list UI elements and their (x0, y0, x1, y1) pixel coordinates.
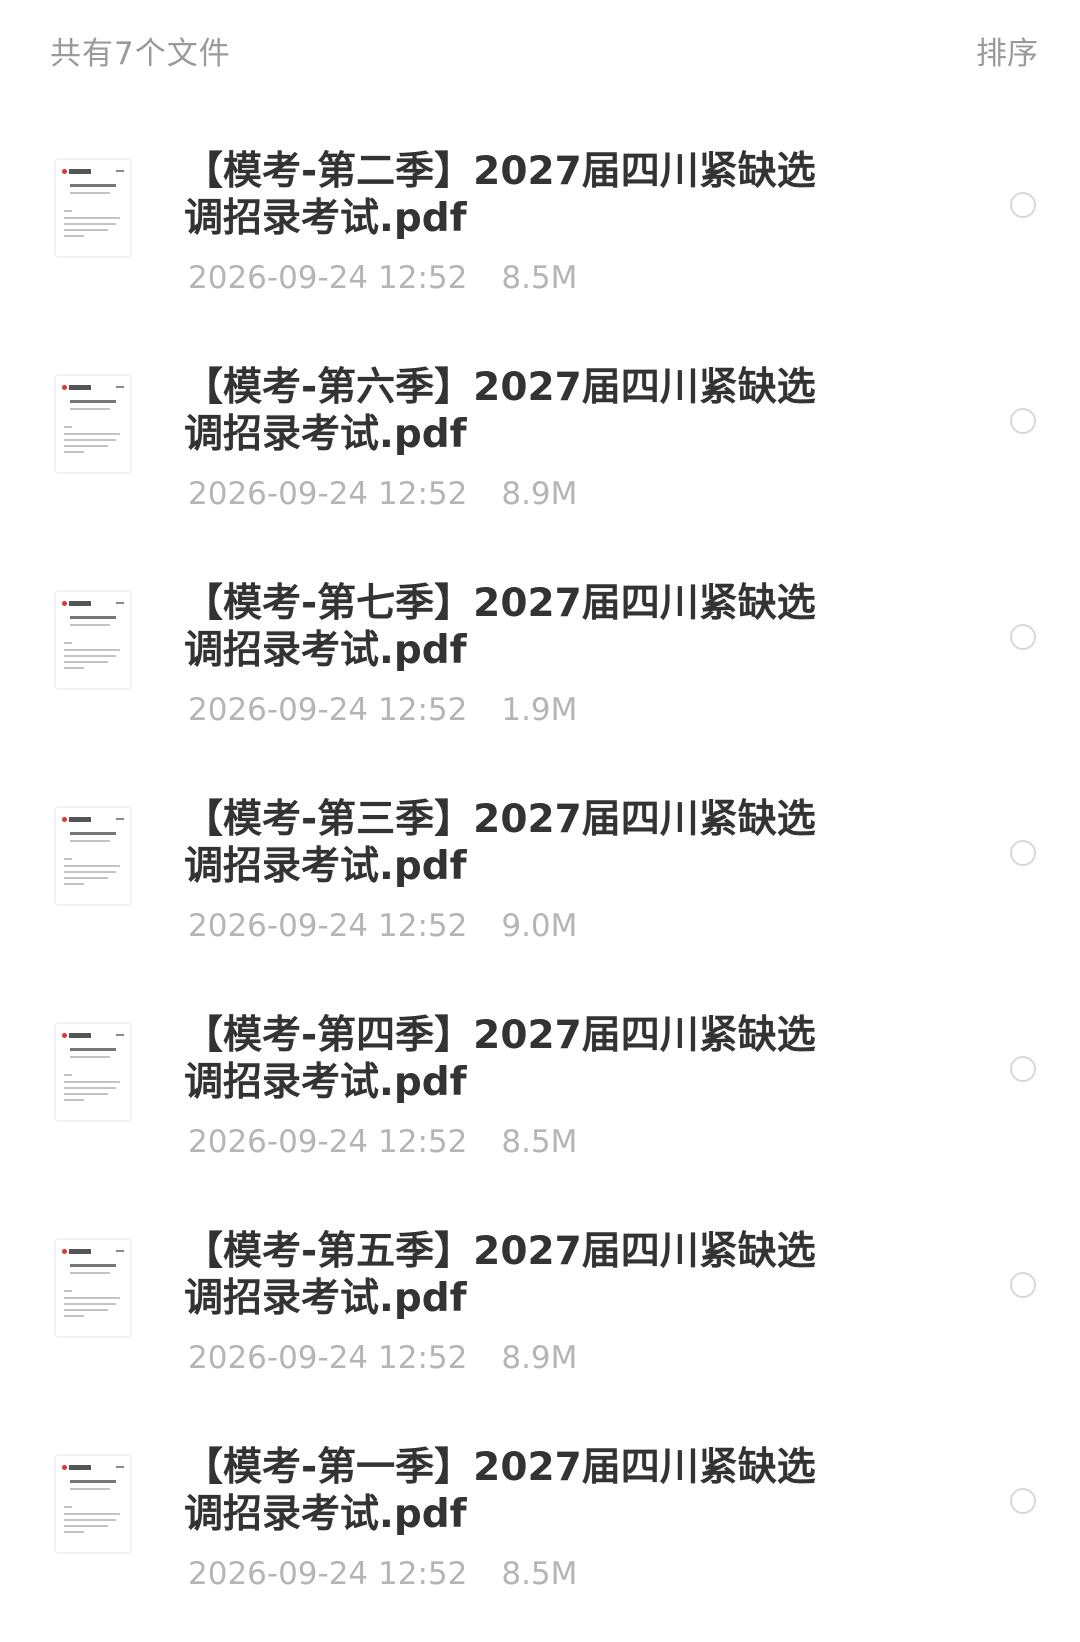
file-list-item[interactable]: 【模考-第七季】2027届四川紧缺选调招录考试.pdf 2026-09-24 12… (0, 562, 1080, 778)
pdf-thumbnail-icon (56, 1024, 130, 1120)
file-date: 2026-09-24 12:52 (188, 1556, 468, 1592)
pdf-thumbnail-icon (56, 1456, 130, 1552)
file-meta: 2026-09-24 12:52 8.9M (188, 476, 577, 512)
file-date: 2026-09-24 12:52 (188, 260, 468, 296)
select-radio-button[interactable] (1010, 624, 1036, 650)
file-name: 【模考-第七季】2027届四川紧缺选调招录考试.pdf (184, 581, 816, 673)
pdf-thumbnail-icon (56, 808, 130, 904)
sort-button[interactable]: 排序 (976, 28, 1038, 73)
file-size: 8.9M (501, 1340, 578, 1376)
file-list-header: 共有7个文件 排序 (0, 0, 1080, 100)
select-radio-button[interactable] (1010, 1272, 1036, 1298)
file-meta: 2026-09-24 12:52 9.0M (188, 908, 577, 944)
select-radio-button[interactable] (1010, 840, 1036, 866)
file-meta: 2026-09-24 12:52 8.5M (188, 260, 577, 296)
select-radio-button[interactable] (1010, 1488, 1036, 1514)
file-list-item[interactable]: 【模考-第六季】2027届四川紧缺选调招录考试.pdf 2026-09-24 12… (0, 346, 1080, 562)
file-size: 8.5M (501, 260, 578, 296)
file-name: 【模考-第六季】2027届四川紧缺选调招录考试.pdf (184, 365, 816, 457)
select-radio-button[interactable] (1010, 408, 1036, 434)
file-name: 【模考-第三季】2027届四川紧缺选调招录考试.pdf (184, 797, 816, 889)
file-name: 【模考-第二季】2027届四川紧缺选调招录考试.pdf (184, 149, 816, 241)
pdf-thumbnail-icon (56, 592, 130, 688)
file-size: 8.5M (501, 1556, 578, 1592)
file-meta: 2026-09-24 12:52 8.5M (188, 1556, 577, 1592)
file-list: 【模考-第二季】2027届四川紧缺选调招录考试.pdf 2026-09-24 12… (0, 130, 1080, 1642)
file-size: 8.5M (501, 1124, 578, 1160)
file-size: 8.9M (501, 476, 578, 512)
select-radio-button[interactable] (1010, 1056, 1036, 1082)
file-meta: 2026-09-24 12:52 8.5M (188, 1124, 577, 1160)
file-count-label: 共有7个文件 (50, 36, 231, 72)
file-date: 2026-09-24 12:52 (188, 692, 468, 728)
file-date: 2026-09-24 12:52 (188, 1124, 468, 1160)
file-list-item[interactable]: 【模考-第五季】2027届四川紧缺选调招录考试.pdf 2026-09-24 12… (0, 1210, 1080, 1426)
file-size: 9.0M (501, 908, 578, 944)
file-date: 2026-09-24 12:52 (188, 1340, 468, 1376)
pdf-thumbnail-icon (56, 1240, 130, 1336)
file-meta: 2026-09-24 12:52 1.9M (188, 692, 577, 728)
file-list-item[interactable]: 【模考-第三季】2027届四川紧缺选调招录考试.pdf 2026-09-24 12… (0, 778, 1080, 994)
file-name: 【模考-第四季】2027届四川紧缺选调招录考试.pdf (184, 1013, 816, 1105)
file-size: 1.9M (501, 692, 578, 728)
select-radio-button[interactable] (1010, 192, 1036, 218)
pdf-thumbnail-icon (56, 376, 130, 472)
file-date: 2026-09-24 12:52 (188, 476, 468, 512)
file-meta: 2026-09-24 12:52 8.9M (188, 1340, 577, 1376)
file-list-item[interactable]: 【模考-第二季】2027届四川紧缺选调招录考试.pdf 2026-09-24 12… (0, 130, 1080, 346)
file-list-item[interactable]: 【模考-第四季】2027届四川紧缺选调招录考试.pdf 2026-09-24 12… (0, 994, 1080, 1210)
pdf-thumbnail-icon (56, 160, 130, 256)
file-name: 【模考-第五季】2027届四川紧缺选调招录考试.pdf (184, 1229, 816, 1321)
file-date: 2026-09-24 12:52 (188, 908, 468, 944)
file-name: 【模考-第一季】2027届四川紧缺选调招录考试.pdf (184, 1445, 816, 1537)
file-list-item[interactable]: 【模考-第一季】2027届四川紧缺选调招录考试.pdf 2026-09-24 12… (0, 1426, 1080, 1642)
